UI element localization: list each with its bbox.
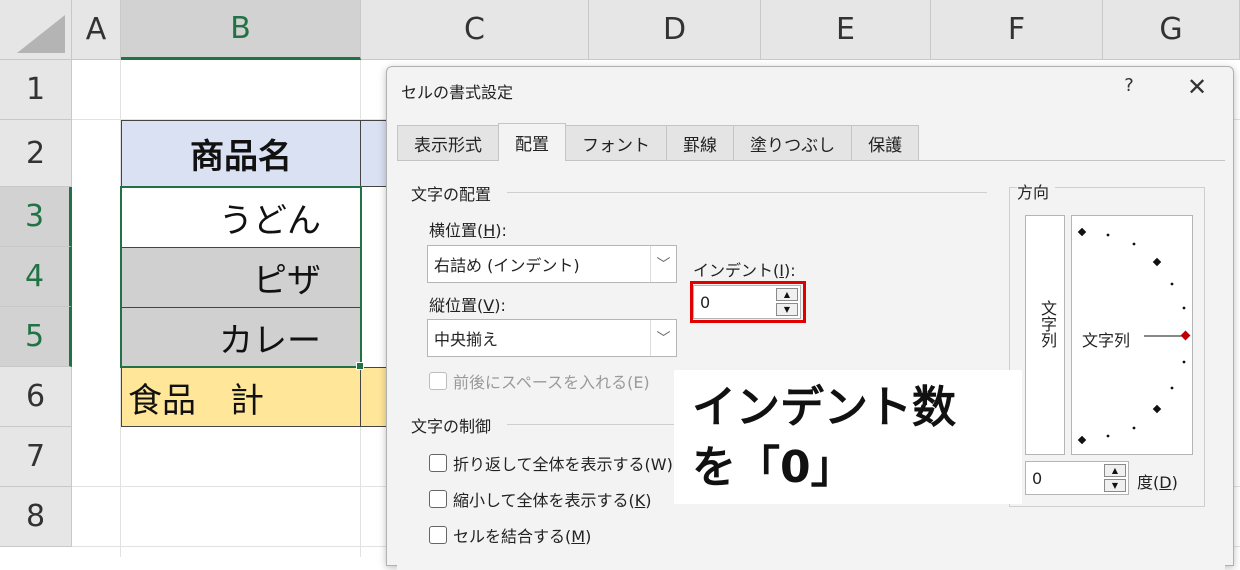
help-button[interactable]: ? [1119, 75, 1139, 96]
dial-text-label: 文字列 [1082, 331, 1131, 350]
column-header-f[interactable]: F [931, 0, 1103, 60]
horizontal-alignment-dropdown[interactable]: 右詰め (インデント) ﹀ [427, 245, 677, 283]
indent-highlight-box [690, 281, 806, 323]
row-header-4[interactable]: 4 [0, 247, 72, 307]
vertical-text-button[interactable]: 文字列 [1025, 215, 1065, 455]
justify-distributed-checkbox[interactable]: 前後にスペースを入れる(E) [429, 369, 650, 393]
spin-up-icon[interactable]: ▲ [1104, 464, 1126, 477]
tab-protection[interactable]: 保護 [851, 125, 920, 161]
degrees-value: 0 [1032, 468, 1043, 488]
column-header-b[interactable]: B [121, 0, 361, 60]
indent-label: インデント(I): [693, 261, 796, 280]
group-divider [507, 192, 987, 193]
degrees-spinner[interactable]: 0 ▲ ▼ [1025, 461, 1129, 495]
chevron-down-icon: ﹀ [650, 320, 676, 356]
spin-down-icon[interactable]: ▼ [1104, 479, 1126, 492]
orientation-group-title: 方向 [1017, 179, 1056, 203]
tab-border[interactable]: 罫線 [666, 125, 734, 161]
close-button[interactable]: ✕ [1183, 73, 1211, 101]
vertical-text-label: 文字列 [1038, 300, 1057, 348]
checkbox-icon [429, 454, 447, 472]
degrees-label: 度(D) [1137, 473, 1178, 492]
vertical-alignment-value: 中央揃え [434, 330, 499, 349]
chevron-down-icon: ﹀ [650, 246, 676, 282]
horizontal-label: 横位置(H): [429, 221, 507, 240]
wrap-text-checkbox[interactable]: 折り返して全体を表示する(W) [429, 451, 673, 475]
annotation-line-2: を「0」 [692, 442, 855, 493]
checkbox-icon [429, 372, 447, 390]
vertical-alignment-dropdown[interactable]: 中央揃え ﹀ [427, 319, 677, 357]
row-header-3[interactable]: 3 [0, 187, 72, 247]
cell-b2[interactable]: 商品名 [121, 120, 361, 187]
tab-alignment[interactable]: 配置 [498, 123, 566, 161]
row-header-7[interactable]: 7 [0, 427, 72, 487]
tab-number[interactable]: 表示形式 [397, 125, 499, 161]
orientation-dial[interactable]: 文字列 [1071, 215, 1193, 455]
row-header-6[interactable]: 6 [0, 367, 72, 427]
tab-font[interactable]: フォント [565, 125, 667, 161]
dialog-tabs: 表示形式 配置 フォント 罫線 塗りつぶし 保護 [397, 123, 920, 161]
vertical-label: 縦位置(V): [429, 296, 506, 315]
selection-range-outline [120, 186, 362, 368]
checkbox-icon [429, 526, 447, 544]
column-header-e[interactable]: E [761, 0, 931, 60]
checkbox-icon [429, 490, 447, 508]
fill-handle[interactable] [356, 362, 364, 370]
row-header-8[interactable]: 8 [0, 487, 72, 547]
row-header-5[interactable]: 5 [0, 307, 72, 367]
cell-b6[interactable]: 食品 計 [121, 367, 361, 427]
column-header-c[interactable]: C [361, 0, 589, 60]
shrink-to-fit-checkbox[interactable]: 縮小して全体を表示する(K) [429, 487, 652, 511]
text-control-group-title: 文字の制御 [411, 413, 498, 437]
annotation-text: インデント数 を「0」 [692, 378, 956, 498]
annotation-callout: インデント数 を「0」 [674, 370, 1022, 504]
row-header-1[interactable]: 1 [0, 60, 72, 120]
select-all-triangle-icon [17, 15, 65, 53]
column-header-a[interactable]: A [72, 0, 121, 60]
column-header-d[interactable]: D [589, 0, 761, 60]
dialog-title: セルの書式設定 [401, 83, 514, 102]
select-all-corner[interactable] [0, 0, 72, 60]
tab-fill[interactable]: 塗りつぶし [733, 125, 853, 161]
horizontal-alignment-value: 右詰め (インデント) [434, 256, 580, 275]
text-alignment-group-title: 文字の配置 [411, 181, 498, 205]
annotation-line-1: インデント数 [692, 382, 956, 433]
merge-cells-checkbox[interactable]: セルを結合する(M) [429, 523, 591, 547]
row-header-2[interactable]: 2 [0, 120, 72, 187]
column-header-g[interactable]: G [1103, 0, 1240, 60]
